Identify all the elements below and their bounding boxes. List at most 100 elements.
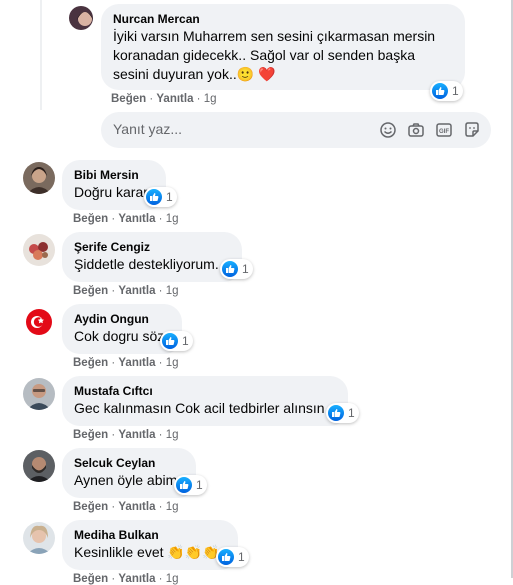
avatar-image-icon: [23, 306, 55, 338]
reaction-number: 1: [238, 550, 245, 564]
like-reaction-icon: [162, 333, 178, 349]
comment-actions: Beğen · Yanıtla · 1g: [73, 357, 179, 369]
avatar-image-icon: [23, 162, 55, 194]
reaction-count[interactable]: 1: [326, 403, 359, 423]
reaction-count[interactable]: 1: [430, 81, 463, 101]
comment-text-body: Doğru karar: [74, 184, 148, 200]
comment-author[interactable]: Şerife Cengiz: [74, 239, 230, 255]
comment-bubble: Mediha Bulkan Kesinlikle evet 👏👏👏: [62, 520, 238, 570]
comment-time[interactable]: 1g: [166, 285, 179, 297]
like-link[interactable]: Beğen: [73, 573, 108, 585]
comment-actions: Beğen · Yanıtla · 1g: [73, 213, 179, 225]
comment-author[interactable]: Mustafa Cıftcı: [74, 383, 336, 399]
avatar[interactable]: [23, 378, 55, 410]
comment-actions: Beğen · Yanıtla · 1g: [73, 501, 179, 513]
reaction-count[interactable]: 1: [144, 187, 177, 207]
avatar-image-icon: [23, 234, 55, 266]
avatar[interactable]: [23, 522, 55, 554]
reaction-number: 1: [348, 406, 355, 420]
comment-actions: Beğen · Yanıtla · 1g: [73, 573, 179, 585]
avatar-image-icon: [69, 6, 93, 30]
comment-text: Cok dogru söz: [74, 327, 170, 346]
comment-text-line: İyiki varsın Muharrem sen sesini çıkarma…: [113, 28, 436, 44]
reaction-number: 1: [242, 262, 249, 276]
like-reaction-icon: [222, 261, 238, 277]
reply-link[interactable]: Yanıtla: [156, 93, 193, 105]
like-reaction-icon: [176, 477, 192, 493]
reaction-count[interactable]: 1: [174, 475, 207, 495]
avatar-image-icon: [23, 522, 55, 554]
avatar[interactable]: [23, 306, 55, 338]
reaction-number: 1: [166, 190, 173, 204]
like-link[interactable]: Beğen: [73, 285, 108, 297]
comment-actions: Beğen · Yanıtla · 1g: [111, 93, 217, 105]
reply-link[interactable]: Yanıtla: [118, 357, 155, 369]
comment-time[interactable]: 1g: [166, 429, 179, 441]
comment-author[interactable]: Mediha Bulkan: [74, 527, 226, 543]
comment-text-line: koranadan gidecekk.. Sağol var ol senden…: [113, 47, 415, 63]
avatar[interactable]: [23, 162, 55, 194]
comment-text-line3: sesini duyuran yok..: [113, 66, 237, 82]
like-reaction-icon: [432, 83, 448, 99]
reply-link[interactable]: Yanıtla: [118, 285, 155, 297]
comment-actions: Beğen · Yanıtla · 1g: [73, 285, 179, 297]
avatar[interactable]: [69, 6, 93, 30]
comment-bubble: Şerife Cengiz Şiddetle destekliyorum.: [62, 232, 242, 282]
like-reaction-icon: [328, 405, 344, 421]
reaction-count[interactable]: 1: [216, 547, 249, 567]
comment-author[interactable]: Bibi Mersin: [74, 167, 154, 183]
reply-input-placeholder[interactable]: Yanıt yaz...: [113, 121, 182, 137]
reply-link[interactable]: Yanıtla: [118, 213, 155, 225]
comment-text-body: Cok dogru söz: [74, 328, 165, 344]
like-reaction-icon: [146, 189, 162, 205]
comment-text-line: sesini duyuran yok..🙂 ❤️: [113, 65, 453, 84]
comment-author[interactable]: Aydin Ongun: [74, 311, 170, 327]
comment-text-body: Gec kalınmasın Cok acil tedbirler alınsı…: [74, 400, 325, 416]
comment-text-body: Aynen öyle abim: [74, 472, 178, 488]
comment-actions: Beğen · Yanıtla · 1g: [73, 429, 179, 441]
comment-bubble: Nurcan Mercan İyiki varsın Muharrem sen …: [101, 4, 465, 90]
reply-tools: GIF: [379, 121, 481, 139]
reply-link[interactable]: Yanıtla: [118, 429, 155, 441]
comment-time[interactable]: 1g: [166, 213, 179, 225]
comment-text: Gec kalınmasın Cok acil tedbirler alınsı…: [74, 399, 336, 418]
like-link[interactable]: Beğen: [73, 429, 108, 441]
comment-text: Kesinlikle evet 👏👏👏: [74, 543, 226, 562]
smiley-icon[interactable]: [379, 121, 397, 139]
comment-text: Şiddetle destekliyorum.: [74, 255, 230, 274]
sticker-icon[interactable]: [463, 121, 481, 139]
comment-time[interactable]: 1g: [204, 93, 217, 105]
comment-author[interactable]: Selcuk Ceylan: [74, 455, 184, 471]
like-link[interactable]: Beğen: [111, 93, 146, 105]
comment-time[interactable]: 1g: [166, 357, 179, 369]
reply-input-box[interactable]: Yanıt yaz... GIF: [101, 112, 491, 148]
avatar[interactable]: [23, 450, 55, 482]
comment-author[interactable]: Nurcan Mercan: [113, 11, 453, 27]
like-reaction-icon: [218, 549, 234, 565]
like-link[interactable]: Beğen: [73, 213, 108, 225]
comment-text: Doğru karar: [74, 183, 154, 202]
reaction-count[interactable]: 1: [160, 331, 193, 351]
camera-icon[interactable]: [407, 121, 425, 139]
like-link[interactable]: Beğen: [73, 357, 108, 369]
reply-link[interactable]: Yanıtla: [118, 501, 155, 513]
thread-connector: [40, 0, 42, 110]
reply-link[interactable]: Yanıtla: [118, 573, 155, 585]
avatar[interactable]: [23, 234, 55, 266]
like-link[interactable]: Beğen: [73, 501, 108, 513]
reaction-number: 1: [452, 84, 459, 98]
comment-text-body: Kesinlikle evet: [74, 544, 164, 560]
comment-emoji: 👏👏👏: [167, 544, 220, 560]
reaction-number: 1: [196, 478, 203, 492]
comment-text-body: Şiddetle destekliyorum.: [74, 256, 219, 272]
avatar-image-icon: [23, 450, 55, 482]
avatar-image-icon: [23, 378, 55, 410]
comment-time[interactable]: 1g: [166, 573, 179, 585]
svg-text:GIF: GIF: [439, 129, 449, 135]
comment-emoji: 🙂 ❤️: [236, 66, 276, 82]
comment-text: Aynen öyle abim: [74, 471, 184, 490]
comment-time[interactable]: 1g: [166, 501, 179, 513]
reaction-number: 1: [182, 334, 189, 348]
reaction-count[interactable]: 1: [220, 259, 253, 279]
gif-icon[interactable]: GIF: [435, 121, 453, 139]
